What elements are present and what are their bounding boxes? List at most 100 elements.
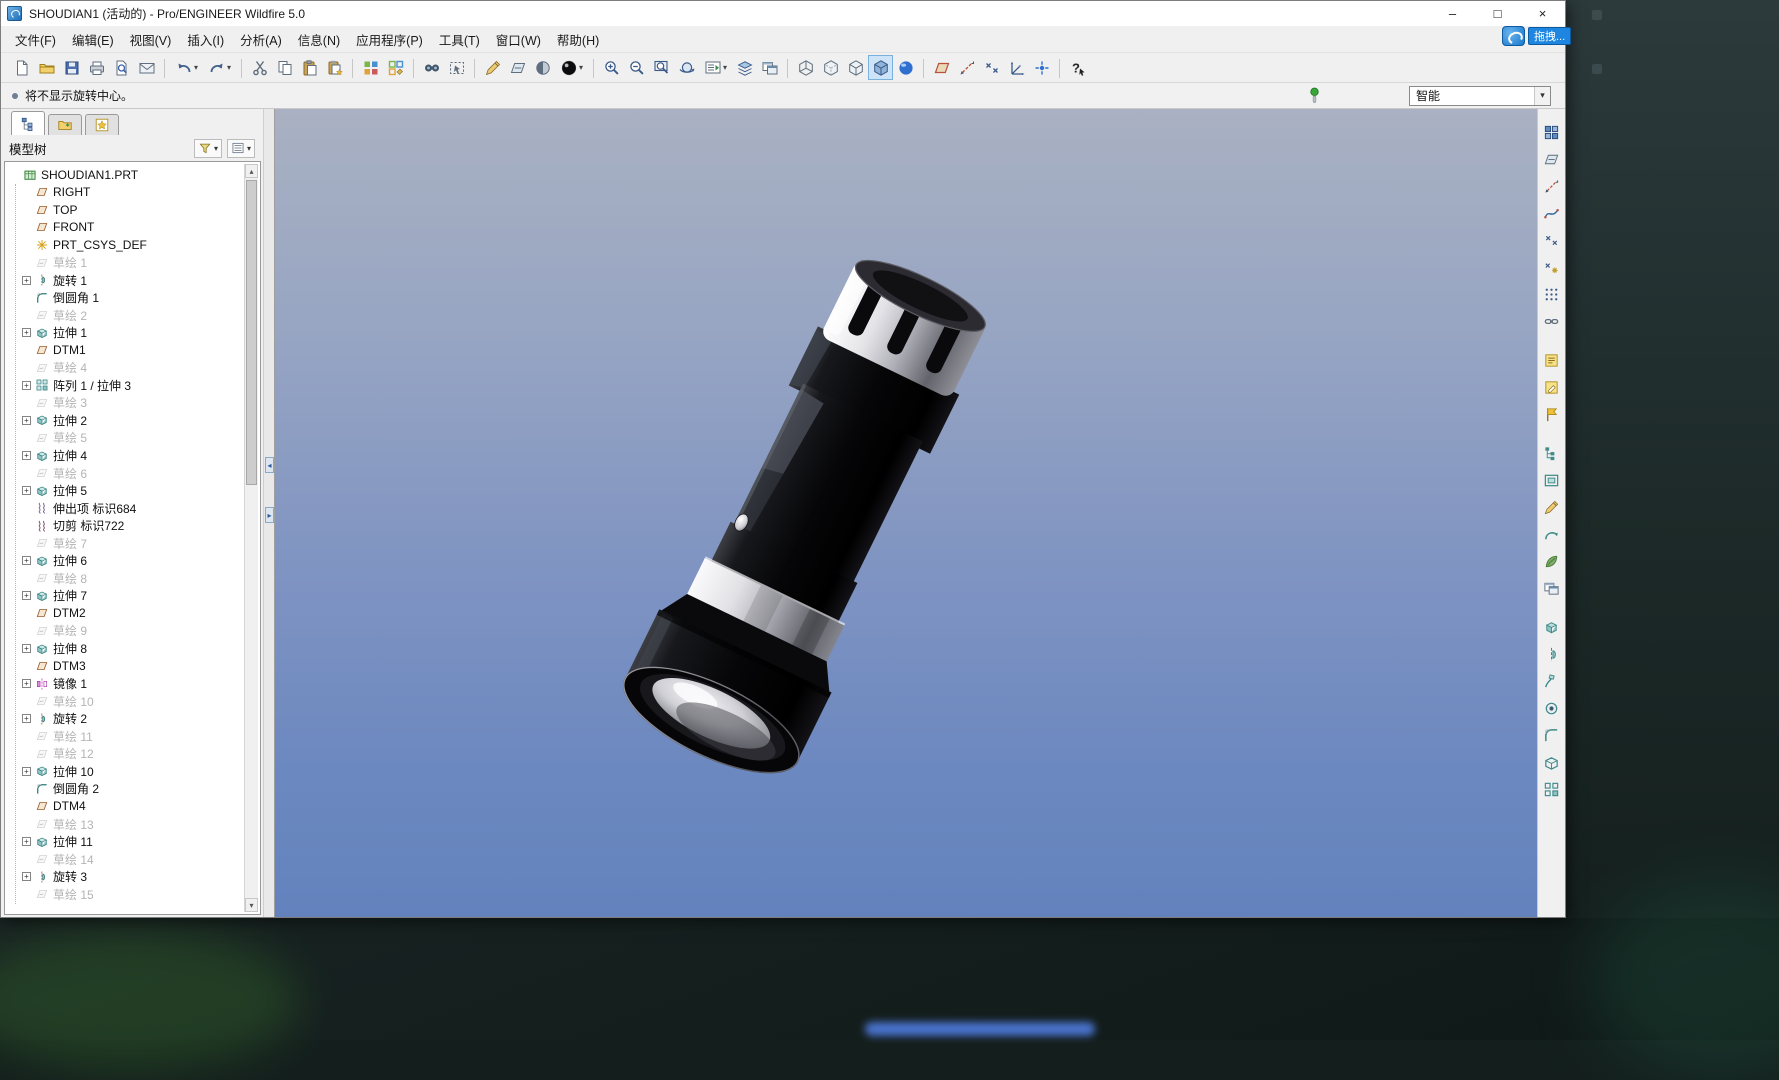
send-email-button[interactable]: ▾: [134, 55, 159, 80]
dropdown-arrow-icon[interactable]: ▾: [723, 63, 727, 72]
tree-item[interactable]: + 拉伸 4: [7, 447, 243, 465]
expand-toggle-icon[interactable]: +: [22, 276, 31, 285]
tree-item[interactable]: + TOP: [7, 201, 243, 219]
tree-item[interactable]: + PRT_CSYS_DEF: [7, 236, 243, 254]
tree-settings-button[interactable]: ▾: [227, 139, 255, 158]
tab-folder-browser[interactable]: [48, 114, 82, 135]
round-tool[interactable]: [1541, 724, 1563, 746]
tree-item[interactable]: + 拉伸 8: [7, 640, 243, 658]
tree-item[interactable]: + 草绘 10: [7, 692, 243, 710]
tree-scrollbar[interactable]: ▴ ▾: [244, 164, 258, 912]
maximize-button[interactable]: □: [1475, 1, 1520, 26]
desktop-icon[interactable]: [1592, 10, 1602, 20]
hidden-line-button[interactable]: ▾: [818, 55, 843, 80]
expand-toggle-icon[interactable]: +: [22, 767, 31, 776]
tree-item[interactable]: + 草绘 5: [7, 429, 243, 447]
expand-toggle-icon[interactable]: +: [22, 872, 31, 881]
dropdown-arrow-icon[interactable]: ▾: [579, 63, 583, 72]
datum-display-button[interactable]: ▾: [505, 55, 530, 80]
save-button[interactable]: ▾: [59, 55, 84, 80]
tree-item[interactable]: + 草绘 11: [7, 728, 243, 746]
flashlight-model[interactable]: [609, 237, 1014, 793]
no-hidden-button[interactable]: ▾: [843, 55, 868, 80]
expand-toggle-icon[interactable]: +: [22, 644, 31, 653]
datum-plane-tool[interactable]: [1541, 148, 1563, 170]
datum-points-toggle[interactable]: ▾: [979, 55, 1004, 80]
sweep-tool[interactable]: [1541, 670, 1563, 692]
tree-item[interactable]: + 草绘 1: [7, 254, 243, 272]
menu-analysis[interactable]: 分析(A): [232, 26, 290, 53]
combo-arrow-icon[interactable]: ▾: [1534, 87, 1550, 105]
csys-tool[interactable]: [1541, 310, 1563, 332]
datum-axes-toggle[interactable]: ▾: [954, 55, 979, 80]
tree-item[interactable]: + RIGHT: [7, 184, 243, 202]
saved-views-button[interactable]: ▾: [699, 55, 732, 80]
tree-item[interactable]: + 草绘 7: [7, 534, 243, 552]
refit-button[interactable]: ▾: [649, 55, 674, 80]
flag-note-tool[interactable]: [1541, 403, 1563, 425]
tab-favorites[interactable]: [85, 114, 119, 135]
dropdown-arrow-icon[interactable]: ▾: [194, 63, 198, 72]
selection-filter-button[interactable]: [1541, 121, 1563, 143]
tree-item[interactable]: + 草绘 3: [7, 394, 243, 412]
tree-item[interactable]: + 拉伸 7: [7, 587, 243, 605]
splitter-expand-icon[interactable]: ▸: [265, 507, 274, 523]
tree-item[interactable]: + FRONT: [7, 219, 243, 237]
tree-item[interactable]: + 倒圆角 2: [7, 780, 243, 798]
shell-tool[interactable]: [1541, 751, 1563, 773]
offset-point-tool[interactable]: [1541, 256, 1563, 278]
tree-item[interactable]: + 草绘 8: [7, 570, 243, 588]
paste-button[interactable]: ▾: [297, 55, 322, 80]
find-button[interactable]: ▾: [419, 55, 444, 80]
scroll-down-icon[interactable]: ▾: [245, 898, 258, 912]
hole-tool[interactable]: [1541, 697, 1563, 719]
menu-edit[interactable]: 编辑(E): [64, 26, 122, 53]
select-box-button[interactable]: ▾: [444, 55, 469, 80]
auto-regenerate-button[interactable]: ▾: [383, 55, 408, 80]
shaded-button[interactable]: ▾: [868, 55, 893, 80]
expand-toggle-icon[interactable]: +: [22, 486, 31, 495]
tree-item[interactable]: + 草绘 14: [7, 850, 243, 868]
dropdown-arrow-icon[interactable]: ▾: [227, 63, 231, 72]
menu-view[interactable]: 视图(V): [122, 26, 180, 53]
scrollbar-thumb[interactable]: [246, 180, 257, 485]
annotation-tool[interactable]: [1541, 349, 1563, 371]
appearance-gallery-button[interactable]: ▾: [555, 55, 588, 80]
wireframe-button[interactable]: ▾: [793, 55, 818, 80]
tree-item[interactable]: + 草绘 6: [7, 464, 243, 482]
menu-info[interactable]: 信息(N): [290, 26, 348, 53]
tree-item[interactable]: + 拉伸 1: [7, 324, 243, 342]
zoom-in-button[interactable]: ▾: [599, 55, 624, 80]
menu-tools[interactable]: 工具(T): [431, 26, 488, 53]
scroll-up-icon[interactable]: ▴: [245, 164, 258, 178]
redo-button[interactable]: ▾: [203, 55, 236, 80]
layers-button[interactable]: ▾: [732, 55, 757, 80]
copy-button[interactable]: ▾: [272, 55, 297, 80]
tree-item[interactable]: + 草绘 9: [7, 622, 243, 640]
new-button[interactable]: ▾: [9, 55, 34, 80]
tree-item[interactable]: + DTM3: [7, 657, 243, 675]
paste-special-button[interactable]: ▾: [322, 55, 347, 80]
tree-item[interactable]: + 草绘 2: [7, 306, 243, 324]
tree-item[interactable]: + SHOUDIAN1.PRT: [7, 166, 243, 184]
menu-file[interactable]: 文件(F): [7, 26, 64, 53]
tree-item[interactable]: + 切剪 标识722: [7, 517, 243, 535]
tab-model-tree[interactable]: [11, 111, 45, 135]
menu-applications[interactable]: 应用程序(P): [348, 26, 431, 53]
view-frame-tool[interactable]: [1541, 469, 1563, 491]
print-preview-button[interactable]: ▾: [109, 55, 134, 80]
cut-button[interactable]: ▾: [247, 55, 272, 80]
tree-item[interactable]: + 旋转 3: [7, 868, 243, 886]
expand-toggle-icon[interactable]: +: [22, 451, 31, 460]
splitter-collapse-icon[interactable]: ◂: [265, 457, 274, 473]
graphics-viewport[interactable]: [275, 109, 1537, 917]
swept-blend-tool[interactable]: [1541, 523, 1563, 545]
spin-center-toggle[interactable]: ▾: [1029, 55, 1054, 80]
tree-filter-button[interactable]: ▾: [194, 139, 222, 158]
sketch-tool[interactable]: [1541, 496, 1563, 518]
tree-item[interactable]: + DTM1: [7, 341, 243, 359]
undo-button[interactable]: ▾: [170, 55, 203, 80]
expand-toggle-icon[interactable]: +: [22, 328, 31, 337]
menu-insert[interactable]: 插入(I): [179, 26, 232, 53]
extrude-tool[interactable]: [1541, 616, 1563, 638]
